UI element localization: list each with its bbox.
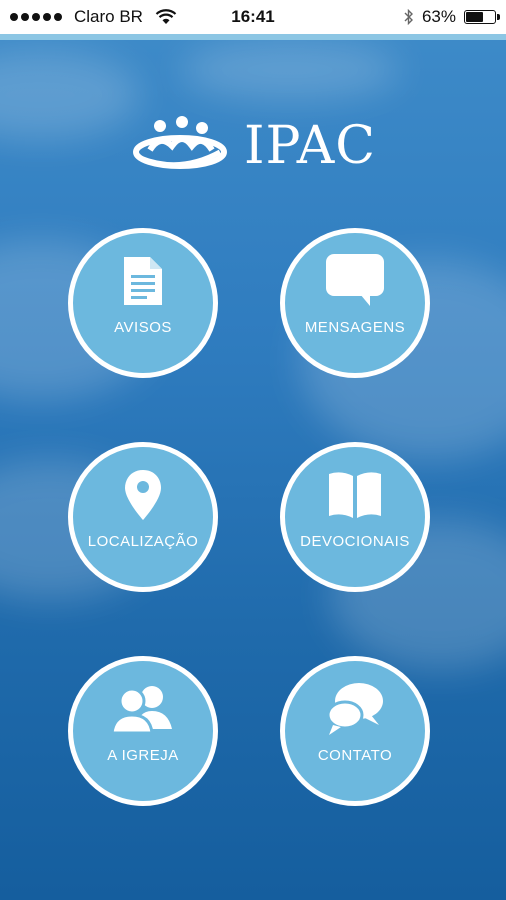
a-igreja-label: A IGREJA: [107, 747, 179, 764]
bluetooth-icon: [404, 9, 413, 25]
devocionais-label: DEVOCIONAIS: [300, 533, 410, 550]
status-right: 63%: [404, 7, 500, 27]
devocionais-button[interactable]: DEVOCIONAIS: [280, 442, 430, 592]
contato-label: CONTATO: [317, 747, 393, 764]
localizacao-button[interactable]: LOCALIZAÇÃO: [68, 442, 218, 592]
cloud-shape: [0, 50, 140, 140]
logo-people-icon: [133, 116, 227, 169]
document-icon: [73, 251, 213, 311]
battery-percent: 63%: [421, 7, 456, 26]
avisos-label: AVISOS: [114, 319, 172, 336]
battery-level-fill: [466, 12, 483, 22]
status-bar: Claro BR 16:41 63%: [0, 0, 506, 34]
chat-bubbles-icon: [285, 679, 425, 739]
sky-background: IPAC AVISOS MENSAGENS LOCALIZAÇÃO DEVOCI…: [0, 40, 506, 900]
localizacao-label: LOCALIZAÇÃO: [87, 533, 199, 550]
mensagens-button[interactable]: MENSAGENS: [280, 228, 430, 378]
app-logo: IPAC: [130, 112, 380, 176]
avisos-button[interactable]: AVISOS: [68, 228, 218, 378]
a-igreja-button[interactable]: A IGREJA: [68, 656, 218, 806]
cloud-shape: [180, 40, 400, 100]
mensagens-label: MENSAGENS: [304, 319, 406, 336]
speech-bubble-icon: [285, 251, 425, 311]
app-title: IPAC: [244, 116, 377, 176]
map-pin-icon: [73, 465, 213, 525]
people-icon: [73, 679, 213, 739]
battery-icon: [464, 10, 500, 24]
open-book-icon: [285, 465, 425, 525]
contato-button[interactable]: CONTATO: [280, 656, 430, 806]
